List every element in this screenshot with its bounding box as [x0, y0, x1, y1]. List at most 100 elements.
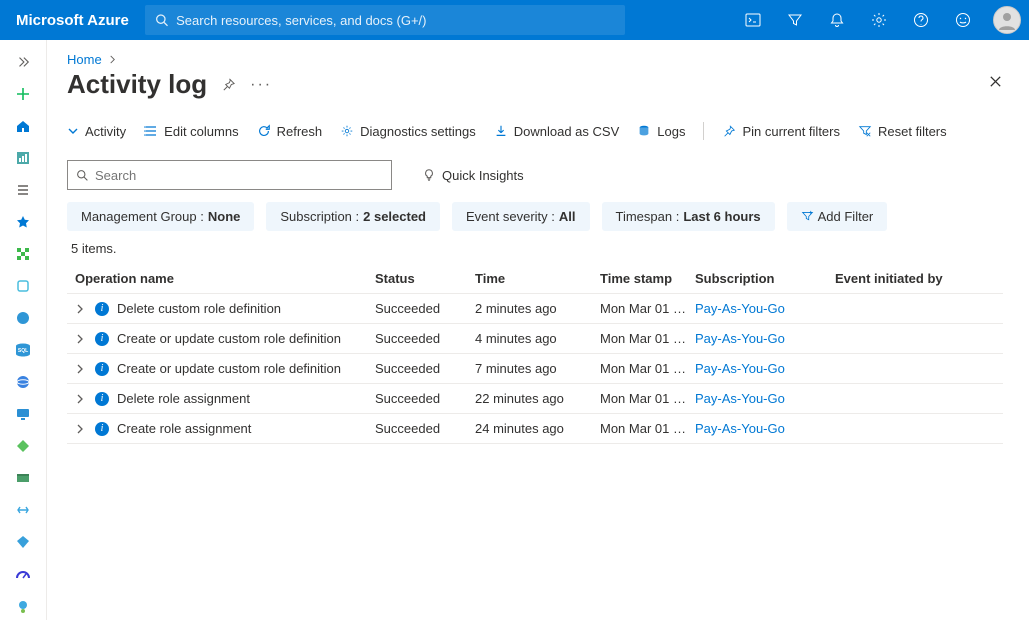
status-cell: Succeeded [375, 421, 475, 436]
table-row[interactable]: i Create or update custom role definitio… [67, 354, 1003, 384]
pin-filters-button[interactable]: Pin current filters [722, 124, 840, 139]
expand-row-icon[interactable] [75, 424, 87, 434]
download-icon [494, 124, 508, 138]
global-search-input[interactable] [176, 13, 615, 28]
nav-resource-groups[interactable] [3, 272, 43, 300]
diagnostics-button[interactable]: Diagnostics settings [340, 124, 476, 139]
edit-columns-label: Edit columns [164, 124, 238, 139]
nav-home[interactable] [3, 112, 43, 140]
time-cell: 4 minutes ago [475, 331, 600, 346]
col-time[interactable]: Time [475, 271, 600, 286]
nav-app-services[interactable] [3, 304, 43, 332]
subscription-link[interactable]: Pay-As-You-Go [695, 361, 835, 376]
brand-logo[interactable]: Microsoft Azure [16, 12, 129, 29]
user-avatar[interactable] [993, 6, 1021, 34]
operation-name: Delete role assignment [117, 391, 250, 406]
nav-expand[interactable] [3, 48, 43, 76]
add-filter-button[interactable]: Add Filter [787, 202, 888, 231]
info-icon: i [95, 362, 109, 376]
expand-row-icon[interactable] [75, 364, 87, 374]
nav-favorites[interactable] [3, 208, 43, 236]
command-bar: Activity Edit columns Refresh Diagnostic… [67, 122, 1003, 152]
directories-button[interactable] [775, 0, 815, 40]
nav-sql[interactable]: SQL [3, 336, 43, 364]
help-button[interactable] [901, 0, 941, 40]
operation-name: Create or update custom role definition [117, 361, 341, 376]
close-button[interactable] [988, 74, 1003, 89]
local-search[interactable] [67, 160, 392, 190]
header-actions [733, 0, 1021, 40]
quick-insights-label: Quick Insights [442, 168, 524, 183]
notifications-button[interactable] [817, 0, 857, 40]
add-filter-icon [801, 210, 814, 223]
table-row[interactable]: i Delete role assignment Succeeded 22 mi… [67, 384, 1003, 414]
table-row[interactable]: i Delete custom role definition Succeede… [67, 294, 1003, 324]
diagnostics-label: Diagnostics settings [360, 124, 476, 139]
reset-filter-icon [858, 124, 872, 138]
edit-columns-button[interactable]: Edit columns [144, 124, 238, 139]
col-initiated-by[interactable]: Event initiated by [835, 271, 995, 286]
filter-severity[interactable]: Event severity : All [452, 202, 590, 231]
refresh-label: Refresh [277, 124, 323, 139]
logs-button[interactable]: Logs [637, 124, 685, 139]
reset-filters-button[interactable]: Reset filters [858, 124, 947, 139]
nav-create[interactable] [3, 80, 43, 108]
filter-timespan[interactable]: Timespan : Last 6 hours [602, 202, 775, 231]
breadcrumb-home[interactable]: Home [67, 52, 102, 67]
cube-icon [15, 278, 31, 294]
col-timestamp[interactable]: Time stamp [600, 271, 695, 286]
pin-filters-label: Pin current filters [742, 124, 840, 139]
reset-filters-label: Reset filters [878, 124, 947, 139]
activity-dropdown[interactable]: Activity [67, 124, 126, 139]
cloud-shell-button[interactable] [733, 0, 773, 40]
nav-all-services[interactable] [3, 176, 43, 204]
timestamp-cell: Mon Mar 01 … [600, 361, 695, 376]
top-bar: Microsoft Azure [0, 0, 1029, 40]
download-csv-button[interactable]: Download as CSV [494, 124, 620, 139]
expand-row-icon[interactable] [75, 394, 87, 404]
network-icon [15, 502, 31, 518]
nav-vm[interactable] [3, 400, 43, 428]
feedback-button[interactable] [943, 0, 983, 40]
local-search-input[interactable] [95, 168, 383, 183]
subscription-link[interactable]: Pay-As-You-Go [695, 301, 835, 316]
subscription-link[interactable]: Pay-As-You-Go [695, 331, 835, 346]
nav-dashboard[interactable] [3, 144, 43, 172]
nav-vnet[interactable] [3, 496, 43, 524]
table-row[interactable]: i Create or update custom role definitio… [67, 324, 1003, 354]
table-row[interactable]: i Create role assignment Succeeded 24 mi… [67, 414, 1003, 444]
timestamp-cell: Mon Mar 01 … [600, 421, 695, 436]
info-icon: i [95, 392, 109, 406]
nav-aad[interactable] [3, 528, 43, 556]
global-search[interactable] [145, 5, 625, 35]
quick-insights-button[interactable]: Quick Insights [422, 168, 524, 183]
filter-subscription[interactable]: Subscription : 2 selected [266, 202, 440, 231]
settings-button[interactable] [859, 0, 899, 40]
expand-row-icon[interactable] [75, 334, 87, 344]
pin-icon[interactable] [221, 77, 236, 92]
more-menu[interactable]: ··· [250, 76, 272, 94]
nav-monitor[interactable] [3, 560, 43, 588]
nav-cosmos[interactable] [3, 368, 43, 396]
pin-small-icon [722, 124, 736, 138]
refresh-button[interactable]: Refresh [257, 124, 323, 139]
nav-storage[interactable] [3, 464, 43, 492]
close-icon [988, 74, 1003, 89]
subscription-link[interactable]: Pay-As-You-Go [695, 391, 835, 406]
filter-management-group[interactable]: Management Group : None [67, 202, 254, 231]
nav-lb[interactable] [3, 432, 43, 460]
monitor-icon [15, 406, 31, 422]
col-subscription[interactable]: Subscription [695, 271, 835, 286]
time-cell: 24 minutes ago [475, 421, 600, 436]
nav-all-resources[interactable] [3, 240, 43, 268]
col-operation[interactable]: Operation name [75, 271, 375, 286]
col-status[interactable]: Status [375, 271, 475, 286]
subscription-link[interactable]: Pay-As-You-Go [695, 421, 835, 436]
dashboard-icon [15, 150, 31, 166]
lightbulb-icon [422, 168, 436, 182]
chevron-right-icon [108, 55, 117, 64]
expand-row-icon[interactable] [75, 304, 87, 314]
person-icon [997, 10, 1017, 30]
nav-advisor[interactable] [3, 592, 43, 620]
search-small-icon [76, 169, 89, 182]
